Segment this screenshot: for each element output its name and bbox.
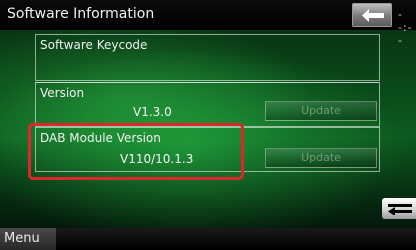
return-button[interactable] <box>382 198 416 219</box>
software-keycode-panel: Software Keycode <box>35 34 380 81</box>
screen: Software Information --:-- Software Keyc… <box>0 0 416 250</box>
back-arrow-icon <box>362 9 384 22</box>
version-label: Version <box>40 86 85 100</box>
clock: --:-- <box>398 8 413 47</box>
menu-button[interactable]: Menu <box>0 228 56 250</box>
back-button[interactable] <box>352 3 392 27</box>
bottom-bar: Menu <box>0 228 416 250</box>
version-value: V1.3.0 <box>133 105 172 119</box>
software-keycode-label: Software Keycode <box>40 38 148 52</box>
return-icon <box>388 204 412 215</box>
title-bar: Software Information --:-- <box>0 0 416 47</box>
highlight-box <box>28 123 244 180</box>
version-update-button[interactable]: Update <box>265 101 377 121</box>
dab-update-button[interactable]: Update <box>265 148 377 168</box>
page-title: Software Information <box>7 6 155 22</box>
